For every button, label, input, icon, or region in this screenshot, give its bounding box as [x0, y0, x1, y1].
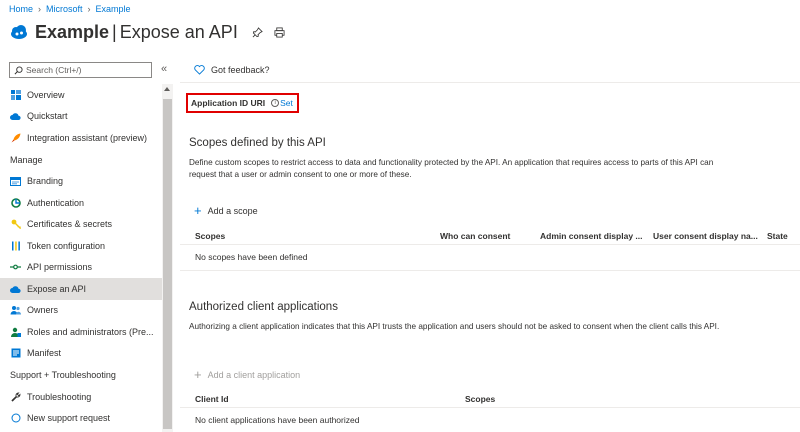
sidebar-item-integration-assistant[interactable]: Integration assistant (preview) — [0, 127, 162, 149]
table-divider — [180, 244, 800, 245]
application-id-uri: Application ID URI i Set — [186, 93, 299, 113]
sidebar-item-label: Roles and administrators (Pre... — [27, 326, 154, 337]
support-icon — [10, 413, 21, 424]
scroll-up-arrow-icon[interactable] — [164, 87, 170, 91]
search-icon — [14, 65, 23, 74]
table-divider — [180, 270, 800, 271]
sidebar-item-overview[interactable]: Overview — [0, 84, 162, 106]
column-header-who-can-consent: Who can consent — [440, 231, 511, 241]
overview-icon — [10, 89, 21, 100]
divider — [180, 82, 800, 83]
manifest-icon — [10, 348, 21, 359]
plus-icon: + — [194, 367, 202, 382]
sidebar-item-label: Integration assistant (preview) — [27, 132, 148, 143]
clients-empty-message: No client applications have been authori… — [195, 415, 360, 425]
table-divider — [180, 407, 800, 408]
collapse-sidebar-icon[interactable]: « — [161, 63, 167, 75]
sidebar-item-roles-administrators[interactable]: Roles and administrators (Pre... — [0, 321, 162, 343]
scopes-empty-message: No scopes have been defined — [195, 252, 308, 262]
sidebar-item-label: Branding — [27, 176, 64, 187]
sidebar-item-branding[interactable]: Branding — [0, 171, 162, 193]
cloud-icon — [10, 111, 21, 122]
sidebar-item-label: Expose an API — [27, 283, 87, 294]
sidebar-nav: Overview Quickstart Integration assistan… — [0, 84, 162, 429]
cloud-icon — [10, 283, 21, 294]
breadcrumb-home[interactable]: Home — [9, 4, 33, 14]
feedback-button[interactable]: Got feedback? — [194, 65, 270, 75]
app-cloud-icon — [11, 25, 27, 39]
chevron-right-icon: › — [38, 4, 42, 14]
print-icon[interactable] — [274, 26, 286, 38]
roles-icon — [10, 326, 21, 337]
api-permissions-icon — [10, 262, 21, 273]
column-header-state: State — [767, 231, 788, 241]
wrench-icon — [10, 391, 21, 402]
token-icon — [10, 240, 21, 251]
sidebar-item-new-support-request[interactable]: New support request — [0, 408, 162, 430]
sidebar-item-token-configuration[interactable]: Token configuration — [0, 235, 162, 257]
breadcrumb: Home › Microsoft › Example — [9, 3, 131, 15]
breadcrumb-microsoft[interactable]: Microsoft — [46, 4, 83, 14]
sidebar-item-authentication[interactable]: Authentication — [0, 192, 162, 214]
key-icon — [10, 219, 21, 230]
authorized-clients-description: Authorizing a client application indicat… — [189, 322, 720, 331]
column-header-admin-consent: Admin consent display ... — [540, 231, 643, 241]
sidebar-item-label: Manifest — [27, 348, 62, 359]
add-client-application-button[interactable]: + Add a client application — [194, 367, 301, 382]
sidebar-item-label: API permissions — [27, 262, 93, 273]
add-scope-label: Add a scope — [207, 206, 258, 216]
application-id-uri-label: Application ID URI — [191, 98, 266, 108]
main-content: Got feedback? Application ID URI i Set S… — [180, 57, 800, 432]
page-title: Example | Expose an API — [35, 21, 238, 42]
sidebar-item-manifest[interactable]: Manifest — [0, 343, 162, 365]
chevron-right-icon: › — [87, 4, 91, 14]
sidebar-item-quickstart[interactable]: Quickstart — [0, 106, 162, 128]
set-app-id-uri-link[interactable]: Set — [280, 98, 293, 108]
feedback-label: Got feedback? — [211, 65, 270, 75]
sidebar-item-label: Authentication — [27, 197, 85, 208]
authentication-icon — [10, 197, 21, 208]
sidebar-item-troubleshooting[interactable]: Troubleshooting — [0, 386, 162, 408]
scopes-heading: Scopes defined by this API — [189, 137, 326, 149]
sidebar-item-label: New support request — [27, 413, 111, 424]
plus-icon: + — [194, 203, 202, 218]
sidebar-item-label: Owners — [27, 305, 59, 316]
search-input[interactable] — [26, 65, 146, 75]
breadcrumb-example[interactable]: Example — [96, 4, 131, 14]
info-icon[interactable]: i — [271, 99, 280, 107]
sidebar-item-api-permissions[interactable]: API permissions — [0, 257, 162, 279]
rocket-icon — [10, 132, 21, 143]
pin-icon[interactable] — [252, 26, 264, 38]
section-manage: Manage — [10, 154, 43, 165]
column-header-client-id: Client Id — [195, 394, 229, 404]
add-scope-button[interactable]: + Add a scope — [194, 203, 258, 218]
sidebar-item-expose-an-api[interactable]: Expose an API — [0, 278, 162, 300]
column-header-user-consent: User consent display na... — [653, 231, 758, 241]
sidebar-item-label: Overview — [27, 89, 65, 100]
scrollbar-thumb[interactable] — [163, 99, 172, 429]
page-header: Example | Expose an API — [9, 17, 286, 47]
sidebar-item-label: Certificates & secrets — [27, 219, 113, 230]
sidebar-item-owners[interactable]: Owners — [0, 300, 162, 322]
scopes-description: Define custom scopes to restrict access … — [189, 158, 714, 179]
sidebar-item-label: Troubleshooting — [27, 391, 92, 402]
heart-icon — [194, 65, 205, 75]
authorized-clients-heading: Authorized client applications — [189, 301, 338, 313]
owners-icon — [10, 305, 21, 316]
section-support-troubleshooting: Support + Troubleshooting — [10, 370, 116, 380]
branding-icon — [10, 176, 21, 187]
column-header-client-scopes: Scopes — [465, 394, 496, 404]
sidebar-item-certificates-secrets[interactable]: Certificates & secrets — [0, 214, 162, 236]
sidebar-item-label: Quickstart — [27, 111, 68, 122]
search-box[interactable] — [9, 62, 152, 78]
sidebar-scrollbar[interactable] — [162, 84, 173, 432]
add-client-application-label: Add a client application — [207, 370, 301, 380]
sidebar: « Overview Quickstart Integration assist… — [0, 57, 174, 432]
sidebar-item-label: Token configuration — [27, 240, 106, 251]
column-header-scopes: Scopes — [195, 231, 226, 241]
